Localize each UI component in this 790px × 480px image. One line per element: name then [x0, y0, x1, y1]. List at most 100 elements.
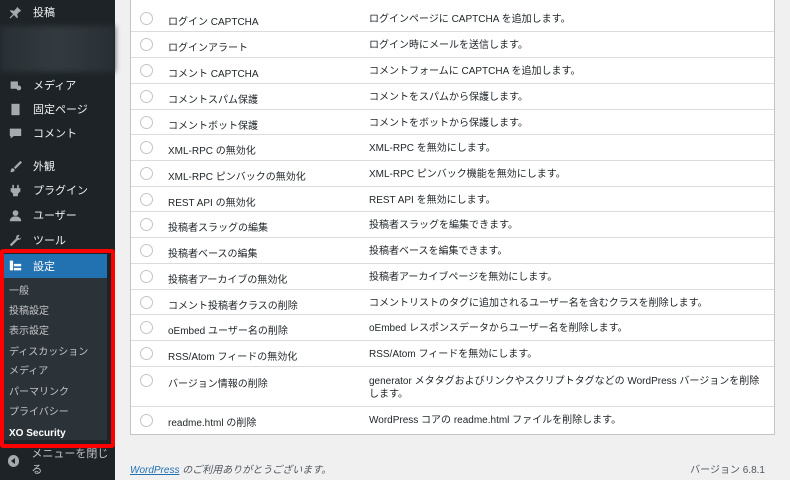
sidebar-item-comments[interactable]: コメント: [0, 121, 115, 145]
feature-name: readme.html の削除: [168, 418, 257, 429]
feature-name: REST API の無効化: [168, 198, 256, 209]
row-radio[interactable]: [140, 116, 153, 129]
table-row: ログイン CAPTCHA ログインページに CAPTCHA を追加します。: [131, 5, 774, 32]
submenu-item-reading[interactable]: 表示設定: [9, 324, 49, 340]
feature-description: 投稿者スラッグを編集できます。: [369, 220, 518, 231]
row-radio[interactable]: [140, 12, 153, 25]
feature-description: コメントをボットから保護します。: [369, 118, 528, 129]
pin-icon: [8, 5, 22, 19]
table-row: バージョン情報の削除 generator メタタグおよびリンクやスクリプトタグな…: [131, 367, 774, 407]
blurred-area: [0, 26, 115, 72]
row-radio[interactable]: [140, 218, 153, 231]
plugin-icon: [8, 183, 22, 197]
table-row: コメントボット保護 コメントをボットから保護します。: [131, 110, 774, 135]
row-radio[interactable]: [140, 38, 153, 51]
tools-icon: [8, 233, 22, 247]
row-radio[interactable]: [140, 167, 153, 180]
sidebar-item-settings[interactable]: 設定: [4, 254, 107, 278]
settings-submenu: 一般 投稿設定 表示設定 ディスカッション メディア パーマリンク プライバシー…: [4, 278, 107, 440]
sidebar-item-media[interactable]: メディア: [0, 73, 115, 97]
collapse-label: メニューを閉じる: [31, 448, 109, 476]
row-radio[interactable]: [140, 414, 153, 427]
table-row: readme.html の削除 WordPress コアの readme.htm…: [131, 407, 774, 434]
feature-name: oEmbed ユーザー名の削除: [168, 326, 288, 337]
feature-name: コメントボット保護: [168, 121, 258, 132]
page-icon: [8, 102, 22, 116]
sidebar-item-pages[interactable]: 固定ページ: [0, 97, 115, 121]
security-settings-table: ログイン CAPTCHA ログインページに CAPTCHA を追加します。 ログ…: [130, 0, 775, 435]
feature-name: ログインアラート: [168, 43, 248, 54]
feature-name: 投稿者アーカイブの無効化: [168, 275, 288, 286]
media-icon: [8, 78, 22, 92]
sidebar-item-label: 投稿: [33, 7, 55, 19]
feature-description: 投稿者アーカイブページを無効にします。: [369, 272, 558, 283]
feature-name: コメント CAPTCHA: [168, 69, 259, 80]
submenu-item-discussion[interactable]: ディスカッション: [9, 345, 88, 361]
table-row: XML-RPC ピンバックの無効化 XML-RPC ピンバック機能を無効にします…: [131, 161, 774, 187]
collapse-arrow-icon: [8, 455, 20, 467]
feature-name: バージョン情報の削除: [168, 379, 268, 390]
feature-name: ログイン CAPTCHA: [168, 17, 259, 28]
feature-description: コメントをスパムから保護します。: [369, 92, 528, 103]
submenu-item-permalinks[interactable]: パーマリンク: [9, 385, 69, 401]
sidebar-item-appearance[interactable]: 外観: [0, 154, 115, 178]
feature-name: XML-RPC ピンバックの無効化: [168, 172, 306, 183]
collapse-menu-button[interactable]: メニューを閉じる: [0, 448, 115, 476]
appearance-icon: [8, 159, 22, 173]
comment-icon: [8, 126, 22, 140]
feature-description: XML-RPC を無効にします。: [369, 143, 496, 154]
feature-description: RSS/Atom フィードを無効にします。: [369, 349, 538, 360]
row-radio[interactable]: [140, 321, 153, 334]
feature-description: REST API を無効にします。: [369, 195, 496, 206]
row-radio[interactable]: [140, 244, 153, 257]
feature-description: コメントリストのタグに追加されるユーザー名を含むクラスを削除します。: [369, 298, 708, 309]
sidebar-item-label: ユーザー: [33, 210, 77, 222]
sidebar-item-label: ツール: [33, 235, 66, 247]
user-icon: [8, 208, 22, 222]
table-row: REST API の無効化 REST API を無効にします。: [131, 187, 774, 212]
submenu-item-media[interactable]: メディア: [9, 364, 48, 380]
row-radio[interactable]: [140, 90, 153, 103]
row-radio[interactable]: [140, 141, 153, 154]
sidebar-item-label: プラグイン: [33, 185, 88, 197]
sidebar-item-label: メディア: [33, 80, 77, 92]
feature-name: RSS/Atom フィードの無効化: [168, 352, 298, 363]
table-row: oEmbed ユーザー名の削除 oEmbed レスポンスデータからユーザー名を削…: [131, 315, 774, 341]
submenu-item-xo-security[interactable]: XO Security: [9, 426, 66, 442]
submenu-item-general[interactable]: 一般: [9, 284, 29, 300]
footer-thanks-text: のご利用ありがとうございます。: [179, 465, 332, 476]
table-row: コメント CAPTCHA コメントフォームに CAPTCHA を追加します。: [131, 58, 774, 84]
sidebar-item-users[interactable]: ユーザー: [0, 203, 115, 227]
table-row: コメント投稿者クラスの削除 コメントリストのタグに追加されるユーザー名を含むクラ…: [131, 290, 774, 315]
sidebar-item-label: 設定: [33, 261, 55, 273]
sidebar-item-label: コメント: [33, 128, 77, 140]
feature-description: ログインページに CAPTCHA を追加します。: [369, 14, 571, 25]
feature-name: コメント投稿者クラスの削除: [168, 301, 298, 312]
feature-name: 投稿者ベースの編集: [168, 249, 258, 260]
sidebar-item-label: 外観: [33, 161, 55, 173]
footer-version: バージョン 6.8.1: [690, 465, 765, 476]
feature-description: oEmbed レスポンスデータからユーザー名を削除します。: [369, 323, 628, 334]
wordpress-link[interactable]: WordPress: [130, 465, 179, 476]
row-radio[interactable]: [140, 296, 153, 309]
submenu-item-privacy[interactable]: プライバシー: [9, 405, 69, 421]
row-radio[interactable]: [140, 347, 153, 360]
footer-thanks: WordPress のご利用ありがとうございます。: [130, 461, 331, 476]
row-radio[interactable]: [140, 374, 153, 387]
settings-icon: [9, 259, 23, 273]
feature-description: XML-RPC ピンバック機能を無効にします。: [369, 169, 566, 180]
table-row: 投稿者スラッグの編集 投稿者スラッグを編集できます。: [131, 212, 774, 238]
feature-description: ログイン時にメールを送信します。: [369, 40, 528, 51]
sidebar-item-plugins[interactable]: プラグイン: [0, 178, 115, 202]
feature-name: コメントスパム保護: [168, 95, 258, 106]
table-row: RSS/Atom フィードの無効化 RSS/Atom フィードを無効にします。: [131, 341, 774, 367]
submenu-item-writing[interactable]: 投稿設定: [9, 304, 49, 320]
sidebar-item-tools[interactable]: ツール: [0, 228, 115, 252]
feature-description: WordPress コアの readme.html ファイルを削除します。: [369, 415, 622, 426]
row-radio[interactable]: [140, 64, 153, 77]
feature-description: コメントフォームに CAPTCHA を追加します。: [369, 66, 581, 77]
row-radio[interactable]: [140, 270, 153, 283]
sidebar-item-posts[interactable]: 投稿: [0, 0, 115, 24]
feature-name: XML-RPC の無効化: [168, 146, 256, 157]
row-radio[interactable]: [140, 193, 153, 206]
